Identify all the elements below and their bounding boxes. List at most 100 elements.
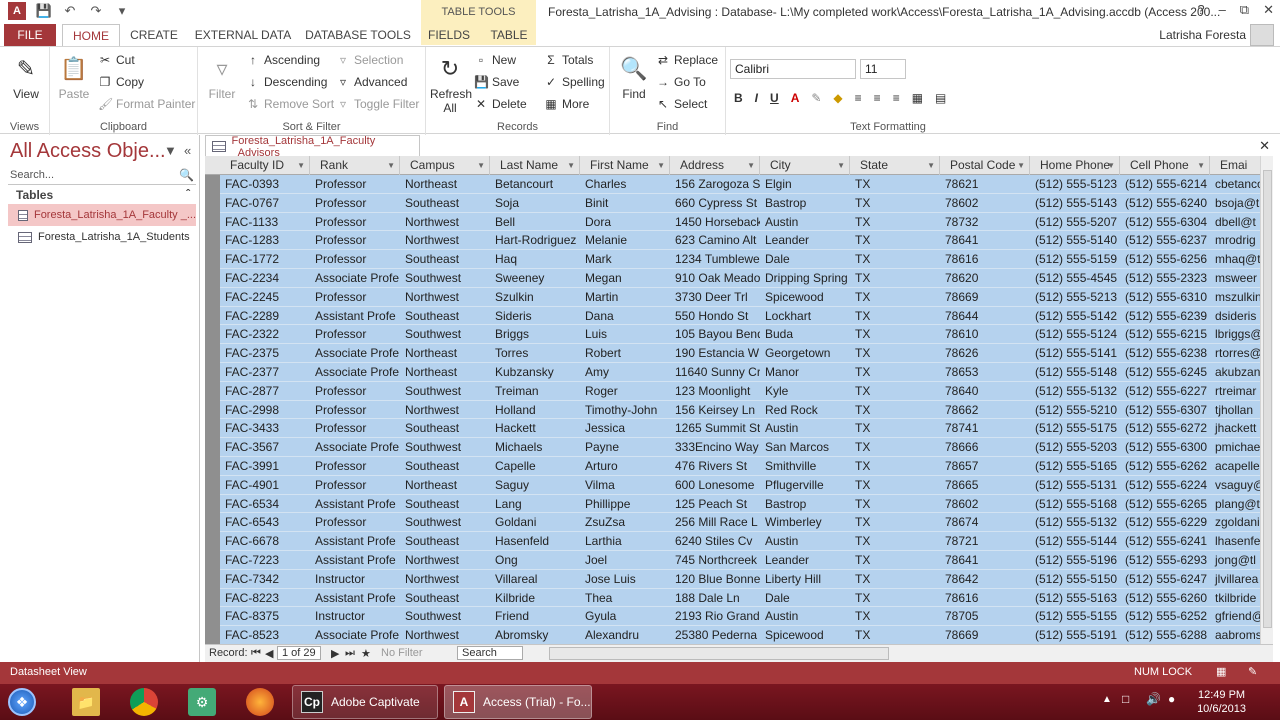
table-cell[interactable]: Southeast — [400, 457, 490, 476]
table-row[interactable]: FAC-2377 Associate Profe Northeast Kubzansk… — [220, 363, 1273, 382]
table-cell[interactable]: Saguy — [490, 476, 580, 495]
table-cell[interactable]: Dana — [580, 307, 670, 326]
table-cell[interactable]: Torres — [490, 344, 580, 363]
table-cell[interactable]: (512) 555-6239 — [1120, 307, 1210, 326]
column-sort-dropdown-icon[interactable]: ▼ — [927, 156, 935, 175]
column-header[interactable]: Rank ▼ — [310, 156, 400, 175]
table-cell[interactable]: (512) 555-6256 — [1120, 250, 1210, 269]
table-cell[interactable]: (512) 555-6247 — [1120, 570, 1210, 589]
table-cell[interactable]: (512) 555-6288 — [1120, 626, 1210, 644]
table-row[interactable]: FAC-6534 Assistant Profe Southeast Lang Phil… — [220, 495, 1273, 514]
table-cell[interactable]: Megan — [580, 269, 670, 288]
table-row[interactable]: FAC-6543 Professor Southwest Goldani ZsuZsa 2… — [220, 513, 1273, 533]
table-cell[interactable]: 156 Zarogoza St — [670, 175, 760, 194]
table-cell[interactable]: (512) 555-6272 — [1120, 419, 1210, 438]
search-icon[interactable]: 🔍 — [179, 168, 194, 182]
table-cell[interactable]: Bastrop — [760, 194, 850, 213]
access-app-icon[interactable]: A — [8, 2, 26, 20]
table-cell[interactable]: FAC-2234 — [220, 269, 310, 288]
table-cell[interactable]: Northwest — [400, 626, 490, 644]
cut-button[interactable]: ✂ Cut — [98, 53, 135, 67]
table-cell[interactable]: 78626 — [940, 344, 1030, 363]
explorer-icon[interactable]: 📁 — [72, 688, 100, 716]
table-cell[interactable]: Associate Profe — [310, 626, 400, 644]
table-cell[interactable]: Professor — [310, 194, 400, 213]
chrome-icon[interactable] — [130, 688, 158, 716]
table-row[interactable]: FAC-3433 Professor Southeast Hackett Jessica… — [220, 419, 1273, 439]
column-sort-dropdown-icon[interactable]: ▼ — [747, 156, 755, 175]
table-cell[interactable]: Briggs — [490, 325, 580, 344]
table-row[interactable]: FAC-0767 Professor Southeast Soja Binit 660 C… — [220, 194, 1273, 213]
table-cell[interactable]: FAC-1133 — [220, 213, 310, 232]
table-cell[interactable]: (512) 555-6265 — [1120, 495, 1210, 514]
table-cell[interactable]: (512) 555-5140 — [1030, 231, 1120, 250]
column-header[interactable]: Faculty ID ▼ — [220, 156, 310, 175]
redo-icon[interactable]: ↷ — [88, 3, 104, 19]
column-header[interactable]: Cell Phone ▼ — [1120, 156, 1210, 175]
table-cell[interactable]: FAC-0767 — [220, 194, 310, 213]
table-cell[interactable]: Hackett — [490, 419, 580, 438]
table-cell[interactable]: Assistant Profe — [310, 495, 400, 514]
column-sort-dropdown-icon[interactable]: ▼ — [567, 156, 575, 175]
table-cell[interactable]: Southwest — [400, 325, 490, 344]
table-cell[interactable]: Assistant Profe — [310, 532, 400, 551]
table-cell[interactable]: Wimberley — [760, 513, 850, 532]
table-cell[interactable]: TX — [850, 495, 940, 514]
table-cell[interactable]: Capelle — [490, 457, 580, 476]
table-cell[interactable]: 156 Keirsey Ln — [670, 401, 760, 420]
table-cell[interactable]: FAC-2245 — [220, 288, 310, 307]
underline-icon[interactable]: U — [770, 91, 779, 105]
tab-create[interactable]: CREATE — [126, 24, 182, 46]
copy-button[interactable]: ❐ Copy — [98, 75, 144, 89]
table-cell[interactable]: Jose Luis — [580, 570, 670, 589]
table-cell[interactable]: (512) 555-5207 — [1030, 213, 1120, 232]
table-cell[interactable]: FAC-8523 — [220, 626, 310, 644]
restore-button[interactable]: ⧉ — [1240, 2, 1249, 18]
table-cell[interactable]: Associate Profe — [310, 269, 400, 288]
table-cell[interactable]: FAC-6534 — [220, 495, 310, 514]
table-cell[interactable]: Professor — [310, 476, 400, 495]
table-cell[interactable]: Spicewood — [760, 288, 850, 307]
table-cell[interactable]: Professor — [310, 513, 400, 532]
table-cell[interactable]: Associate Profe — [310, 363, 400, 382]
avatar[interactable] — [1250, 24, 1274, 46]
table-cell[interactable]: 78640 — [940, 382, 1030, 401]
table-cell[interactable]: (512) 555-5132 — [1030, 513, 1120, 532]
design-view-icon[interactable]: ✎ — [1248, 665, 1257, 678]
table-cell[interactable]: Associate Profe — [310, 344, 400, 363]
align-center-icon[interactable]: ≡ — [874, 91, 881, 105]
first-record-icon[interactable]: ⏮ — [251, 647, 261, 660]
clock[interactable]: 12:49 PM 10/6/2013 — [1197, 688, 1246, 716]
table-cell[interactable]: Northwest — [400, 231, 490, 250]
table-cell[interactable]: 78653 — [940, 363, 1030, 382]
table-cell[interactable]: Southeast — [400, 495, 490, 514]
table-row[interactable]: FAC-7342 Instructor Northwest Villareal Jose… — [220, 570, 1273, 589]
table-cell[interactable]: 105 Bayou Bend — [670, 325, 760, 344]
table-cell[interactable]: TX — [850, 194, 940, 213]
table-cell[interactable]: Leander — [760, 231, 850, 250]
table-cell[interactable]: FAC-0393 — [220, 175, 310, 194]
record-selector-column[interactable] — [205, 156, 220, 644]
table-cell[interactable]: (512) 555-6227 — [1120, 382, 1210, 401]
align-left-icon[interactable]: ≡ — [855, 91, 862, 105]
start-button-icon[interactable]: ❖ — [8, 688, 36, 716]
table-cell[interactable]: (512) 555-5168 — [1030, 495, 1120, 514]
toggle-filter-button[interactable]: ▿ Toggle Filter — [336, 97, 419, 111]
column-sort-dropdown-icon[interactable]: ▼ — [297, 156, 305, 175]
table-cell[interactable]: TX — [850, 288, 940, 307]
table-cell[interactable]: TX — [850, 570, 940, 589]
table-cell[interactable]: Southwest — [400, 607, 490, 626]
minimize-button[interactable]: – — [1219, 2, 1226, 18]
table-cell[interactable]: Buda — [760, 325, 850, 344]
table-cell[interactable]: Payne — [580, 438, 670, 457]
table-cell[interactable]: TX — [850, 231, 940, 250]
tab-external-data[interactable]: EXTERNAL DATA — [192, 24, 294, 46]
table-cell[interactable]: FAC-2877 — [220, 382, 310, 401]
table-cell[interactable]: 125 Peach St — [670, 495, 760, 514]
table-cell[interactable]: (512) 555-6300 — [1120, 438, 1210, 457]
replace-button[interactable]: ⇄ Replace — [656, 53, 718, 67]
table-cell[interactable]: Northeast — [400, 363, 490, 382]
table-cell[interactable]: (512) 555-6240 — [1120, 194, 1210, 213]
table-cell[interactable]: Charles — [580, 175, 670, 194]
fill-color-icon[interactable]: ◆ — [833, 91, 842, 105]
